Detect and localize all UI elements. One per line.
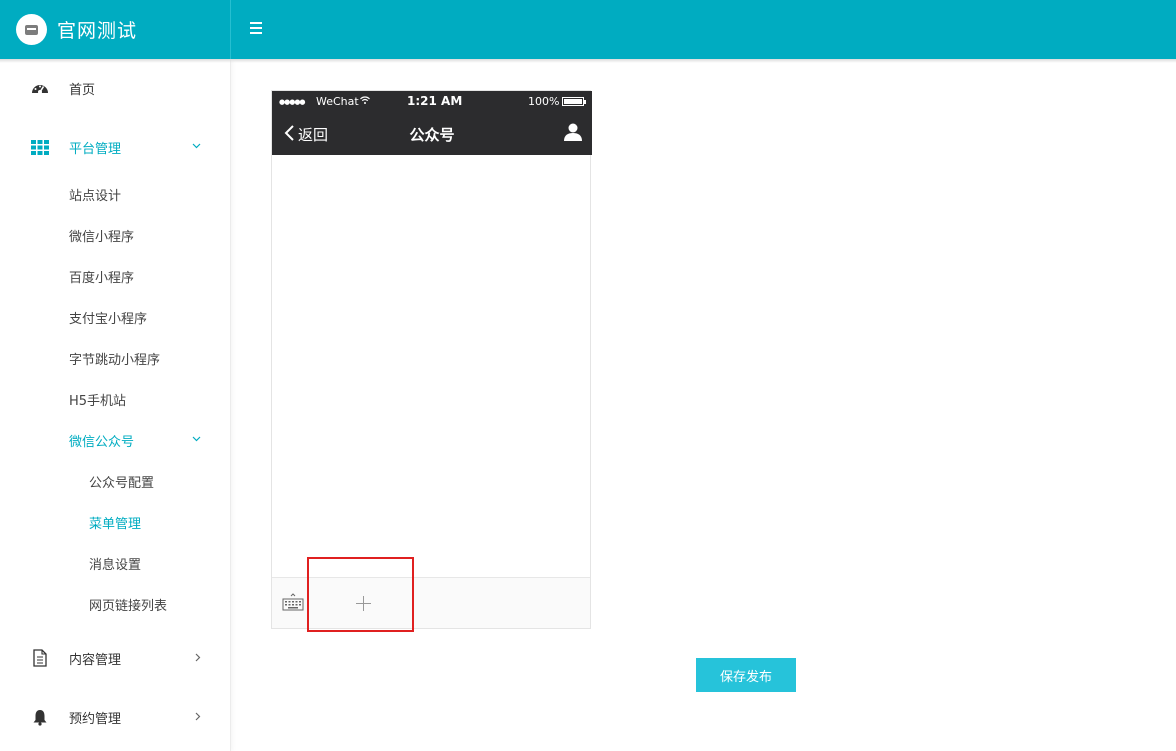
dashboard-icon <box>32 85 48 94</box>
sidebar-subitem-weblink-list[interactable]: 网页链接列表 <box>89 595 167 614</box>
status-time: 1:21 AM <box>407 94 463 108</box>
app-title: 官网测试 <box>57 20 138 42</box>
plus-icon <box>356 596 371 611</box>
chevron-down-icon <box>192 143 201 149</box>
document-icon <box>33 649 47 667</box>
logo-icon <box>25 24 38 35</box>
chevron-down-icon <box>192 436 201 442</box>
sidebar: 首页 平台管理 站点设计 微信小程序 百度小程序 支付宝小程序 字节跳动小程序 … <box>0 59 231 751</box>
brand-area: 官网测试 <box>0 0 231 59</box>
save-publish-button[interactable]: 保存发布 <box>696 658 796 692</box>
sidebar-subitem-wechat-official[interactable]: 微信公众号 <box>69 431 219 450</box>
sidebar-subitem-wechat-miniprogram[interactable]: 微信小程序 <box>69 226 134 245</box>
phone-nav-bar: 公众号 返回 <box>272 113 592 155</box>
sidebar-item-home[interactable]: 首页 <box>0 68 230 108</box>
sidebar-item-label: 微信公众号 <box>69 435 135 450</box>
sidebar-subitem-bytedance-miniprogram[interactable]: 字节跳动小程序 <box>69 349 160 368</box>
hamburger-menu-icon[interactable] <box>250 22 262 34</box>
keyboard-icon[interactable] <box>282 593 304 611</box>
sidebar-subitem-official-config[interactable]: 公众号配置 <box>89 472 154 491</box>
header-shadow <box>0 59 1176 63</box>
signal-icon: ●●●●● <box>279 98 306 106</box>
sidebar-subitem-alipay-miniprogram[interactable]: 支付宝小程序 <box>69 308 147 327</box>
app-logo <box>16 14 47 45</box>
chevron-right-icon <box>195 712 201 721</box>
chevron-right-icon <box>195 653 201 662</box>
bell-icon <box>33 710 47 726</box>
battery-level: 100% <box>528 95 560 108</box>
sidebar-item-label: 平台管理 <box>69 141 122 157</box>
sidebar-item-label: 预约管理 <box>69 711 122 727</box>
sidebar-subitem-message-settings[interactable]: 消息设置 <box>89 554 141 573</box>
grid-icon <box>31 140 49 155</box>
top-header: 官网测试 <box>0 0 1176 59</box>
chevron-left-icon[interactable] <box>284 125 295 141</box>
phone-status-bar: ●●●●● WeChat 1:21 AM 100% <box>272 91 592 113</box>
phone-preview: ●●●●● WeChat 1:21 AM 100% 公众号 返回 <box>271 90 592 632</box>
sidebar-item-label: 首页 <box>69 82 96 98</box>
add-menu-button[interactable] <box>307 557 414 632</box>
sidebar-subitem-baidu-miniprogram[interactable]: 百度小程序 <box>69 267 134 286</box>
carrier-name: WeChat <box>316 95 359 108</box>
sidebar-subitem-menu-management[interactable]: 菜单管理 <box>89 513 141 532</box>
back-button[interactable]: 返回 <box>298 124 328 145</box>
wifi-icon <box>360 96 370 104</box>
sidebar-item-platform[interactable]: 平台管理 <box>0 127 230 167</box>
menu-bar <box>272 557 590 632</box>
sidebar-subitem-h5-site[interactable]: H5手机站 <box>69 390 126 409</box>
sidebar-item-label: 内容管理 <box>69 652 122 668</box>
user-icon[interactable] <box>563 122 583 142</box>
battery-icon <box>562 97 586 106</box>
sidebar-subitem-site-design[interactable]: 站点设计 <box>69 185 121 204</box>
sidebar-item-content[interactable]: 内容管理 <box>0 638 230 678</box>
sidebar-item-booking[interactable]: 预约管理 <box>0 697 230 737</box>
